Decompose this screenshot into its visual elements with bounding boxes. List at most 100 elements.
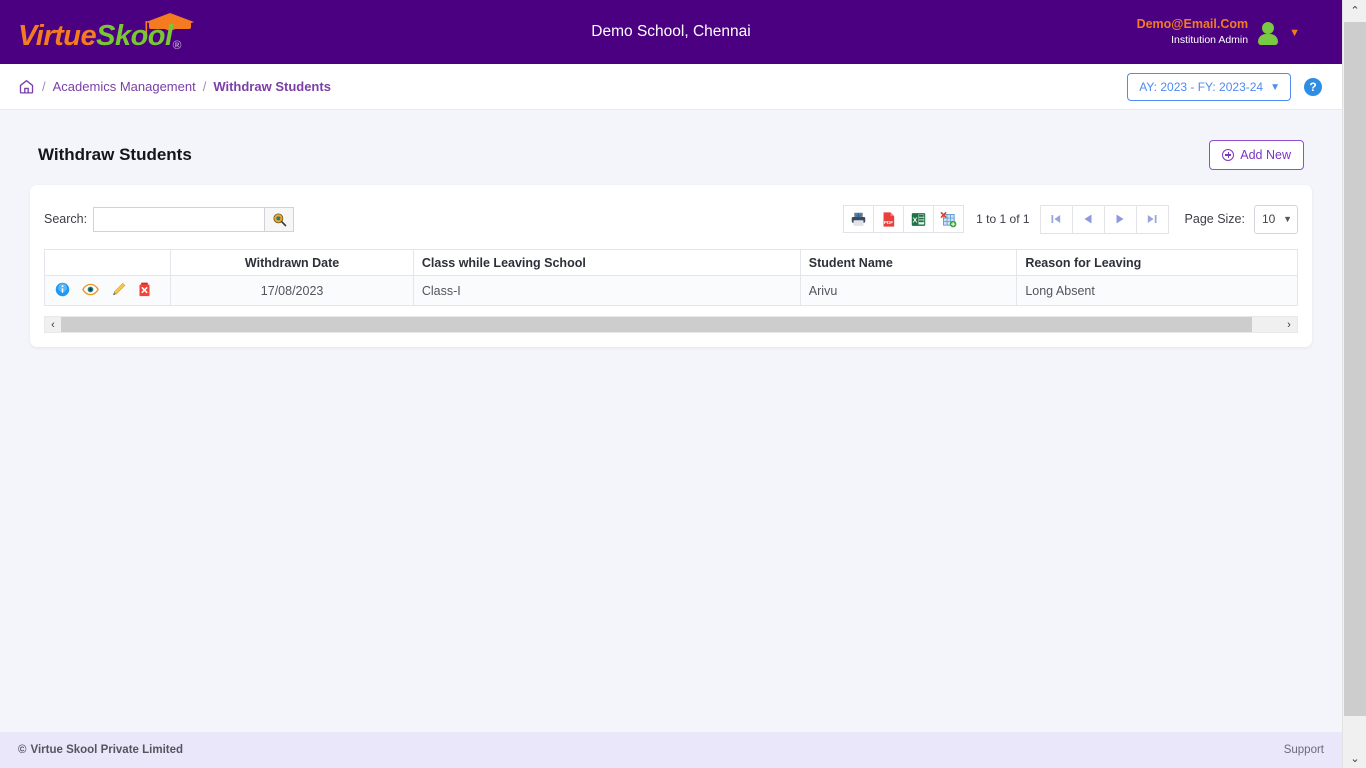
avatar-head-shape	[1262, 22, 1275, 34]
footer-copyright-text: Virtue Skool Private Limited	[30, 744, 184, 756]
breadcrumb-separator-2: /	[202, 79, 207, 94]
page-header: Withdraw Students Add New	[30, 110, 1312, 170]
column-header-class-while-leaving-school[interactable]: Class while Leaving School	[412, 249, 801, 276]
first-page-button[interactable]	[1039, 204, 1073, 234]
next-page-button[interactable]	[1103, 204, 1137, 234]
breadcrumb-item-academics-management[interactable]: Academics Management	[53, 79, 196, 94]
scroll-left-button[interactable]: ‹	[45, 317, 61, 332]
edit-icon[interactable]	[111, 282, 126, 300]
academic-year-select[interactable]: AY: 2023 - FY: 2023-24 ▼	[1127, 73, 1291, 101]
prev-page-icon	[1084, 214, 1092, 224]
export-excel-button[interactable]: X	[903, 205, 935, 233]
breadcrumb: / Academics Management / Withdraw Studen…	[18, 78, 331, 95]
printer-icon	[851, 212, 866, 226]
pdf-icon: PDF	[883, 211, 895, 227]
toolbar-right-group: PDF X 1 to 1 of 1 Page Size: 10 ▼	[843, 204, 1298, 234]
user-email: Demo@Email.Com	[1136, 17, 1249, 32]
export-xml-button[interactable]	[933, 205, 965, 233]
next-page-icon	[1116, 214, 1124, 224]
cell-reason-for-leaving: Long Absent	[1016, 275, 1298, 306]
user-avatar-icon[interactable]	[1257, 20, 1279, 45]
logo-text-skool: Skool	[96, 20, 173, 52]
delete-icon[interactable]	[138, 282, 151, 300]
first-page-icon	[1051, 215, 1061, 223]
print-button[interactable]	[843, 205, 875, 233]
search-label: Search:	[44, 212, 88, 226]
footer-support-link[interactable]: Support	[1284, 744, 1324, 756]
breadcrumb-actions: AY: 2023 - FY: 2023-24 ▼ ?	[1127, 64, 1322, 110]
search-box	[93, 206, 295, 232]
prev-page-button[interactable]	[1071, 204, 1105, 234]
column-header-withdrawn-date[interactable]: Withdrawn Date	[170, 249, 414, 276]
column-header-actions	[43, 249, 172, 276]
table-toolbar: Search: PDF X 1 to 1 of 1 Page Size: 10 …	[44, 201, 1298, 237]
top-header-bar: VirtueSkool® Demo School, Chennai Demo@E…	[0, 0, 1342, 64]
logo-text-virtue: Virtue	[18, 20, 97, 52]
page-footer: © Virtue Skool Private Limited Support	[0, 732, 1342, 768]
plus-circle-icon	[1222, 149, 1235, 161]
horizontal-scroll-track[interactable]	[61, 317, 1281, 332]
pagination-controls	[1039, 204, 1169, 234]
withdraw-students-table: Withdrawn Date Class while Leaving Schoo…	[43, 249, 1298, 306]
page-size-select[interactable]: 10 ▼	[1254, 204, 1298, 234]
add-new-button-label: Add New	[1240, 148, 1291, 162]
data-table-wrapper: Withdrawn Date Class while Leaving Schoo…	[43, 249, 1298, 306]
page-root: VirtueSkool® Demo School, Chennai Demo@E…	[0, 0, 1342, 768]
export-button-group: PDF X	[843, 205, 965, 233]
page-title: Withdraw Students	[38, 145, 192, 164]
excel-icon: X	[911, 212, 926, 226]
column-header-reason-for-leaving[interactable]: Reason for Leaving	[1016, 249, 1298, 276]
scroll-up-button[interactable]: ⌃	[1343, 0, 1366, 20]
app-viewport: VirtueSkool® Demo School, Chennai Demo@E…	[0, 0, 1366, 768]
table-header-row: Withdrawn Date Class while Leaving Schoo…	[43, 249, 1298, 276]
chevron-down-icon: ▼	[1270, 81, 1280, 93]
row-actions-cell	[43, 275, 172, 306]
scroll-down-button[interactable]: ⌄	[1343, 748, 1366, 768]
page-size-value: 10	[1262, 212, 1276, 226]
cell-student-name: Arivu	[799, 275, 1018, 306]
table-head: Withdrawn Date Class while Leaving Schoo…	[43, 249, 1298, 276]
breadcrumb-bar: / Academics Management / Withdraw Studen…	[0, 64, 1342, 110]
content-card: Search: PDF X 1 to 1 of 1 Page Size: 10 …	[30, 185, 1312, 347]
main-content: Withdraw Students Add New Search: PDF X …	[0, 110, 1342, 732]
home-icon[interactable]	[18, 78, 35, 95]
search-button[interactable]	[265, 206, 295, 232]
vertical-scroll-thumb[interactable]	[1344, 22, 1366, 716]
logo-registered-mark: ®	[172, 38, 182, 52]
view-icon[interactable]	[82, 283, 99, 299]
column-header-student-name[interactable]: Student Name	[799, 249, 1018, 276]
table-body: 17/08/2023 Class-I Arivu Long Absent	[43, 275, 1298, 306]
record-range-label: 1 to 1 of 1	[976, 212, 1030, 226]
app-logo[interactable]: VirtueSkool®	[18, 8, 194, 51]
footer-copyright: © Virtue Skool Private Limited	[18, 744, 183, 756]
horizontal-scroll-thumb[interactable]	[61, 317, 1252, 332]
avatar-body-shape	[1258, 34, 1279, 45]
last-page-button[interactable]	[1135, 204, 1169, 234]
add-new-button[interactable]: Add New	[1209, 140, 1304, 170]
last-page-icon	[1147, 215, 1157, 223]
search-input[interactable]	[93, 206, 266, 232]
magnifier-icon	[273, 212, 286, 226]
browser-vertical-scrollbar[interactable]: ⌃ ⌄	[1342, 0, 1366, 768]
grid-export-icon	[940, 211, 957, 227]
cell-class-while-leaving-school: Class-I	[412, 275, 801, 306]
page-size-label: Page Size:	[1184, 212, 1245, 226]
user-menu[interactable]: Demo@Email.Com Institution Admin ▼	[1137, 0, 1300, 64]
info-icon[interactable]	[55, 282, 70, 300]
svg-text:PDF: PDF	[884, 219, 893, 224]
table-row[interactable]: 17/08/2023 Class-I Arivu Long Absent	[43, 275, 1298, 306]
help-icon[interactable]: ?	[1304, 78, 1322, 96]
breadcrumb-separator-1: /	[42, 79, 46, 94]
copyright-icon: ©	[18, 744, 27, 756]
cell-withdrawn-date: 17/08/2023	[170, 275, 414, 306]
table-horizontal-scrollbar[interactable]: ‹ ›	[44, 316, 1298, 333]
academic-year-value: AY: 2023 - FY: 2023-24	[1139, 80, 1264, 94]
export-pdf-button[interactable]: PDF	[873, 205, 905, 233]
chevron-down-icon: ▼	[1283, 214, 1292, 224]
chevron-down-icon[interactable]: ▼	[1289, 27, 1300, 39]
svg-text:X: X	[913, 216, 918, 224]
breadcrumb-item-withdraw-students[interactable]: Withdraw Students	[213, 79, 331, 94]
user-role: Institution Admin	[1171, 34, 1249, 47]
scroll-right-button[interactable]: ›	[1281, 317, 1297, 332]
user-info: Demo@Email.Com Institution Admin	[1137, 16, 1249, 47]
